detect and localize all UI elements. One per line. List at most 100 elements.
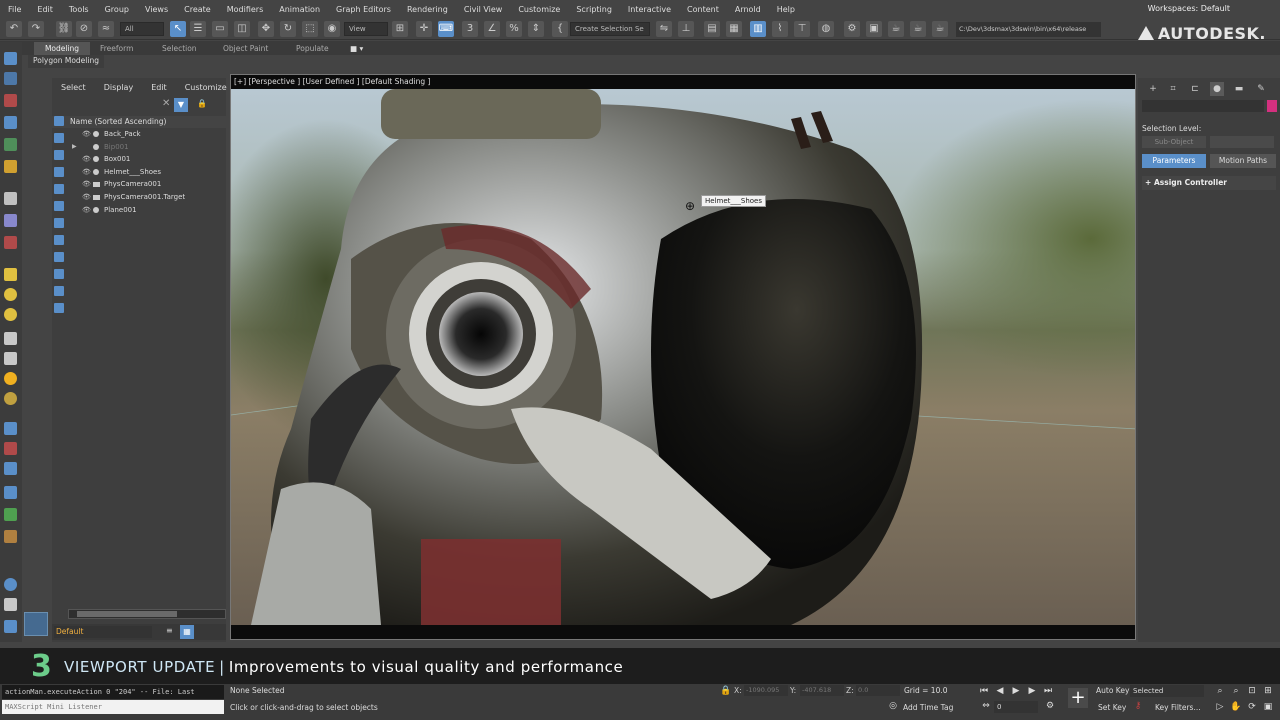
- visibility-eye-icon[interactable]: 👁: [82, 204, 91, 217]
- create-shape-icon[interactable]: [4, 72, 17, 85]
- render-setup-icon[interactable]: ⚙: [844, 21, 860, 37]
- explorer-menu-customize[interactable]: Customize: [176, 81, 236, 95]
- unlink-icon[interactable]: ⊘: [76, 21, 92, 37]
- tree-row[interactable]: 👁 Box001: [52, 153, 226, 166]
- set-key-mode-button[interactable]: Set Key: [1098, 703, 1126, 712]
- maxscript-mini-listener[interactable]: MAXScript Mini Listener: [2, 700, 224, 714]
- tab-modeling[interactable]: Modeling: [34, 42, 90, 55]
- viewport-render[interactable]: [231, 89, 1135, 625]
- lock-icon[interactable]: 🔒: [197, 99, 207, 108]
- tool-3-icon[interactable]: [4, 462, 17, 475]
- rendered-frame-window-icon[interactable]: ▣: [866, 21, 882, 37]
- current-layer-select[interactable]: Default: [54, 626, 152, 638]
- explorer-menu-edit[interactable]: Edit: [142, 81, 176, 95]
- foliage-icon[interactable]: [4, 508, 17, 521]
- percent-snap-icon[interactable]: %: [506, 21, 522, 37]
- visibility-eye-icon[interactable]: 👁: [82, 128, 91, 141]
- display-groups-icon[interactable]: [54, 218, 64, 228]
- menu-animation[interactable]: Animation: [271, 5, 328, 14]
- explorer-menu-display[interactable]: Display: [95, 81, 143, 95]
- cone-icon[interactable]: [4, 352, 17, 365]
- goto-end-icon[interactable]: ⏭: [1042, 685, 1054, 697]
- teapot-icon[interactable]: [4, 332, 17, 345]
- display-xrefs-icon[interactable]: [54, 235, 64, 245]
- tree-row[interactable]: 👁 Plane001: [52, 204, 226, 217]
- viewport-label[interactable]: [+] [Perspective ] [User Defined ] [Defa…: [234, 77, 430, 86]
- menu-help[interactable]: Help: [769, 5, 803, 14]
- display-hidden-icon[interactable]: [54, 303, 64, 313]
- filter-icon[interactable]: ▼: [174, 98, 188, 112]
- scene-explorer-icon[interactable]: ▤: [704, 21, 720, 37]
- zoom-extents-all-icon[interactable]: ⊞: [1262, 685, 1274, 697]
- display-bones-icon[interactable]: [54, 252, 64, 262]
- goto-start-icon[interactable]: ⏮: [978, 685, 990, 697]
- z-coordinate-field[interactable]: 0.0: [856, 685, 900, 696]
- window-crossing-icon[interactable]: ◫: [234, 21, 250, 37]
- mirror-icon[interactable]: ⇋: [656, 21, 672, 37]
- menu-tools[interactable]: Tools: [61, 5, 97, 14]
- display-lights-icon[interactable]: [54, 150, 64, 160]
- hierarchy-tab-icon[interactable]: ⊏: [1188, 82, 1202, 96]
- tool-7-icon[interactable]: [4, 598, 17, 611]
- tab-freeform[interactable]: Freeform: [94, 42, 139, 55]
- sphere-icon[interactable]: [4, 288, 17, 301]
- object-name-field[interactable]: [1142, 100, 1264, 112]
- display-cameras-icon[interactable]: [54, 167, 64, 177]
- region-select-icon[interactable]: ▭: [212, 21, 228, 37]
- tool-5-icon[interactable]: [4, 530, 17, 543]
- clear-filter-icon[interactable]: ✕: [162, 98, 170, 109]
- key-icon[interactable]: ⚷: [1132, 700, 1144, 712]
- key-filters-button[interactable]: Key Filters...: [1155, 703, 1201, 712]
- menu-civil-view[interactable]: Civil View: [456, 5, 511, 14]
- modify-tab-icon[interactable]: ⌗: [1166, 82, 1180, 96]
- pan-icon[interactable]: ✋: [1230, 701, 1242, 713]
- menu-create[interactable]: Create: [176, 5, 219, 14]
- named-selection-set-select[interactable]: Create Selection Se: [570, 22, 650, 36]
- menu-interactive[interactable]: Interactive: [620, 5, 679, 14]
- angle-snap-icon[interactable]: ∠: [484, 21, 500, 37]
- menu-arnold[interactable]: Arnold: [727, 5, 769, 14]
- ribbon-options-icon[interactable]: ■ ▾: [344, 42, 369, 55]
- project-path-field[interactable]: C:\Dev\3dsmax\3dswin\bin\x64\release: [956, 22, 1101, 37]
- keyboard-shortcut-override-icon[interactable]: ⌨: [438, 21, 454, 37]
- sub-object-dropdown[interactable]: [1210, 136, 1274, 148]
- undo-icon[interactable]: ↶: [6, 21, 22, 37]
- material-editor-icon[interactable]: ◍: [818, 21, 834, 37]
- tool-4-icon[interactable]: [4, 486, 17, 499]
- move-icon[interactable]: ✥: [258, 21, 274, 37]
- motion-paths-button[interactable]: Motion Paths: [1210, 154, 1276, 168]
- select-object-icon[interactable]: ↖: [170, 21, 186, 37]
- rotate-icon[interactable]: ↻: [280, 21, 296, 37]
- key-mode-select[interactable]: Selected: [1130, 685, 1204, 697]
- explorer-menu-select[interactable]: Select: [52, 81, 95, 95]
- sun-icon[interactable]: [4, 372, 17, 385]
- schematic-view-icon[interactable]: ⊤: [794, 21, 810, 37]
- display-helpers-icon[interactable]: [54, 184, 64, 194]
- tool-2-icon[interactable]: [4, 442, 17, 455]
- current-frame-field[interactable]: 0: [994, 701, 1038, 713]
- play-icon[interactable]: ▶: [1010, 685, 1022, 697]
- maxscript-listener-button[interactable]: [24, 612, 48, 636]
- assign-controller-rollout[interactable]: Assign Controller: [1142, 176, 1276, 190]
- motion-icon[interactable]: [4, 236, 17, 249]
- ribbon-panel-polygon-modeling[interactable]: Polygon Modeling: [28, 55, 104, 68]
- menu-edit[interactable]: Edit: [29, 5, 61, 14]
- hierarchy-icon[interactable]: [4, 214, 17, 227]
- visibility-eye-icon[interactable]: 👁: [82, 166, 91, 179]
- render-production-icon[interactable]: ☕: [888, 21, 904, 37]
- parameters-button[interactable]: Parameters: [1142, 154, 1206, 168]
- layer-explorer-icon[interactable]: ▦: [726, 21, 742, 37]
- menu-graph-editors[interactable]: Graph Editors: [328, 5, 399, 14]
- bind-spacewarp-icon[interactable]: ≈: [98, 21, 114, 37]
- display-icon[interactable]: [4, 268, 17, 281]
- expand-arrow-icon[interactable]: ▶: [72, 141, 77, 154]
- create-camera-icon[interactable]: [4, 116, 17, 129]
- selection-filter-select[interactable]: All: [120, 22, 164, 36]
- perspective-viewport[interactable]: [+] [Perspective ] [User Defined ] [Defa…: [230, 74, 1136, 640]
- display-spacewarps-icon[interactable]: [54, 201, 64, 211]
- auto-key-button[interactable]: Auto Key: [1096, 686, 1129, 695]
- create-tab-icon[interactable]: +: [1146, 82, 1160, 96]
- toggle-ribbon-icon[interactable]: ▥: [750, 21, 766, 37]
- utilities-tab-icon[interactable]: ✎: [1254, 82, 1268, 96]
- key-mode-icon[interactable]: ⇔: [980, 700, 992, 712]
